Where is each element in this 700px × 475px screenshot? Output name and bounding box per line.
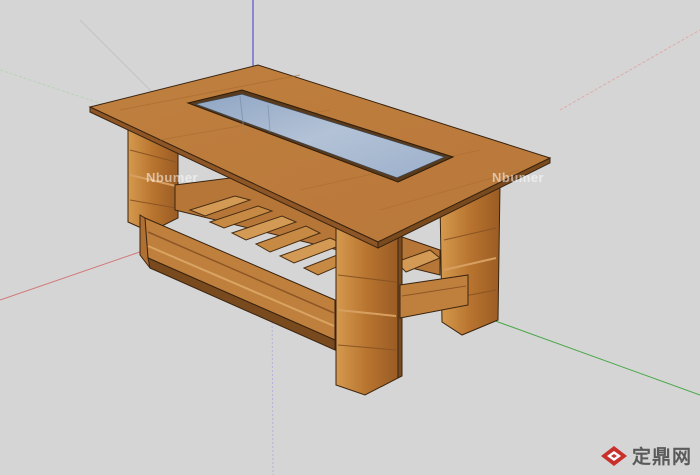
- brand-text: 定鼎网: [631, 446, 692, 468]
- watermark-right: Nbumer: [492, 170, 545, 185]
- brand-watermark: 定鼎网: [600, 442, 692, 469]
- green-axis-right: [464, 309, 700, 396]
- brand-logo-icon: [600, 445, 627, 466]
- table-model-scene: [0, 0, 700, 475]
- red-axis-right: [559, 29, 700, 111]
- leg-front-right: [335, 227, 403, 396]
- watermark-left: Nbumer: [146, 170, 199, 185]
- modeling-viewport[interactable]: Nbumer Nbumer 定鼎网: [0, 0, 700, 475]
- red-axis-left: [0, 244, 161, 301]
